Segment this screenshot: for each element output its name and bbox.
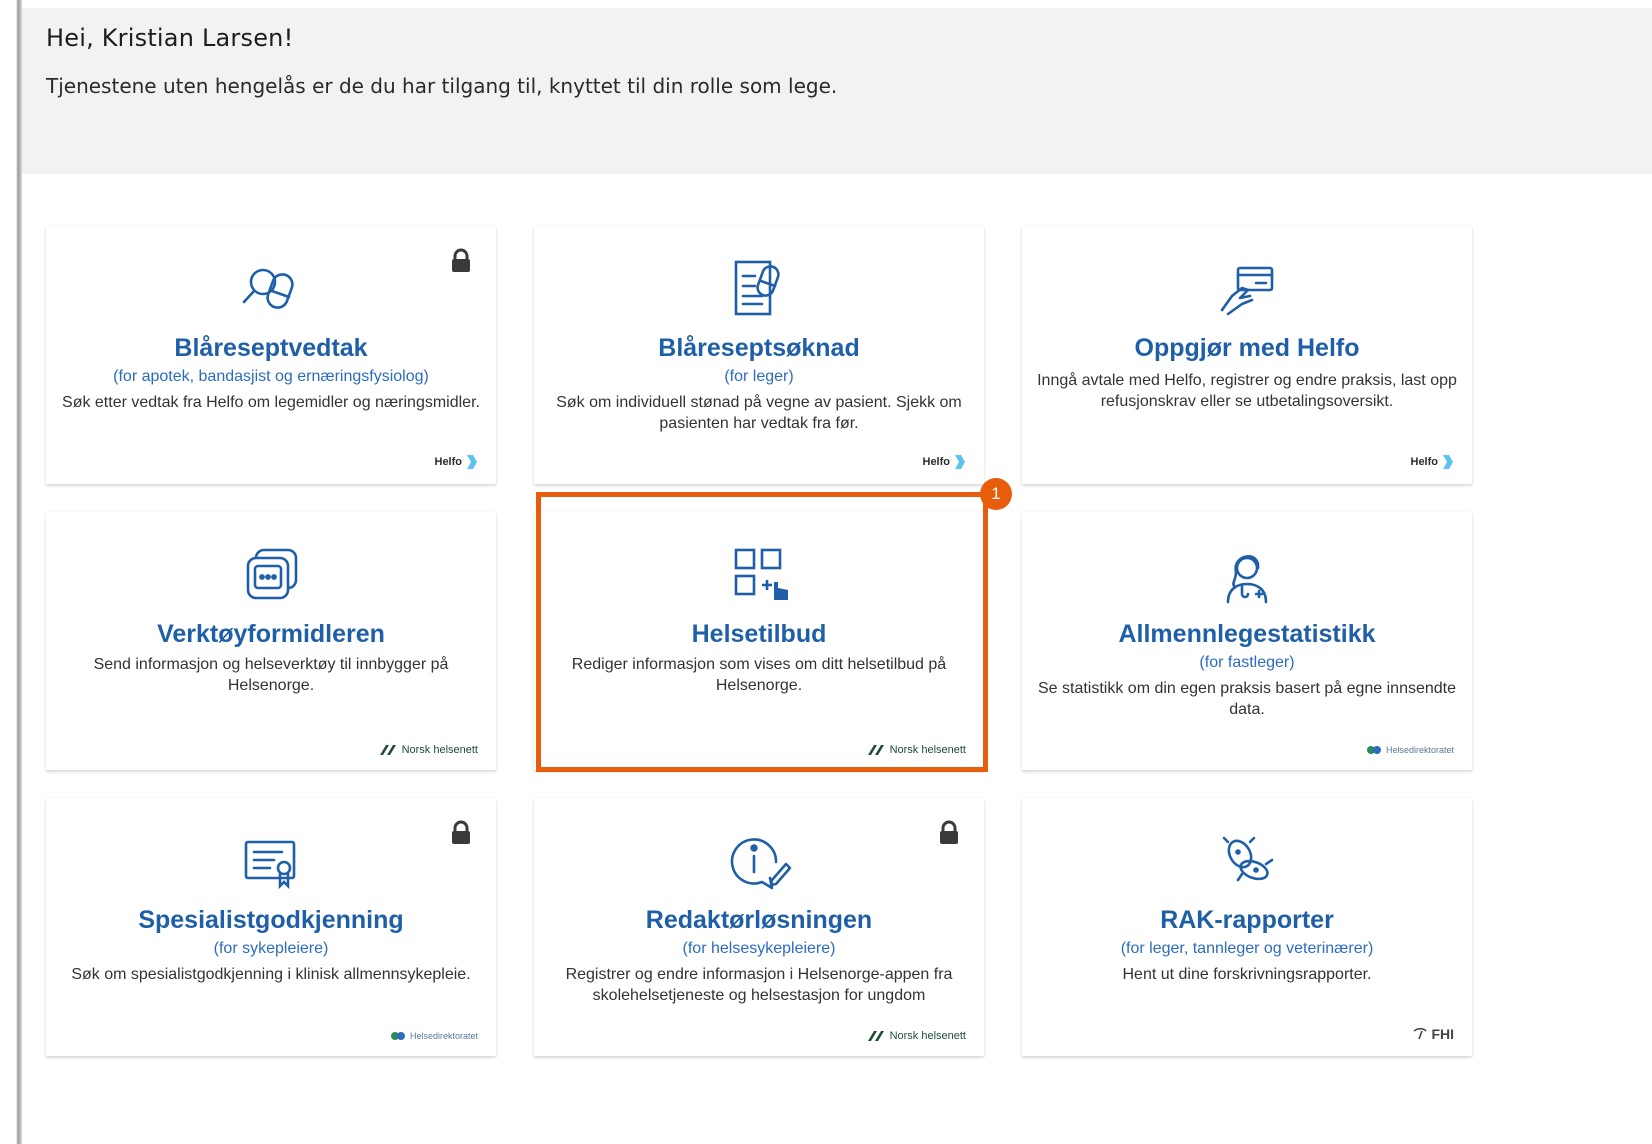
helfo-logo: Helfo	[435, 454, 479, 470]
card-title: Blåreseptsøknad	[658, 334, 860, 362]
card-subtitle: (for leger, tannleger og veterinærer)	[1120, 940, 1374, 957]
card-title: Blåreseptvedtak	[174, 334, 368, 362]
card-blareseptvedtak[interactable]: Blåreseptvedtak (for apotek, bandasjist …	[46, 226, 496, 484]
intro-text: Tjenestene uten hengelås er de du har ti…	[46, 74, 838, 98]
fhi-logo: FHI	[1413, 1026, 1454, 1042]
welcome-header: Hei, Kristian Larsen! Tjenestene uten he…	[22, 8, 1652, 174]
card-title: Helsetilbud	[691, 620, 827, 648]
card-title: RAK-rapporter	[1160, 906, 1334, 934]
helsedirektoratet-logo: Helsedirektoratet	[390, 1030, 478, 1042]
step-number-badge: 1	[980, 478, 1012, 510]
card-title: Spesialistgodkjenning	[138, 906, 404, 934]
card-subtitle: (for helsesykepleiere)	[682, 940, 836, 957]
card-title: Allmennlegestatistikk	[1118, 620, 1376, 648]
pill-search-icon	[242, 268, 294, 309]
card-blareseptsoknad[interactable]: Blåreseptsøknad (for leger) Søk om indiv…	[534, 226, 984, 484]
card-subtitle: (for apotek, bandasjist og ernæringsfysi…	[113, 368, 429, 385]
bacteria-icon	[1222, 836, 1274, 882]
card-description: Se statistikk om din egen praksis basert…	[1037, 680, 1457, 718]
certificate-icon	[244, 840, 296, 890]
card-rak-rapporter[interactable]: RAK-rapporter (for leger, tannleger og v…	[1022, 798, 1472, 1056]
card-helsetilbud[interactable]: Helsetilbud Rediger informasjon som vise…	[534, 512, 984, 770]
window-left-border	[0, 0, 22, 1144]
card-description: Søk etter vedtak fra Helfo om legemidler…	[62, 394, 480, 411]
card-description: Søk om spesialistgodkjenning i klinisk a…	[71, 966, 471, 983]
card-subtitle: (for fastleger)	[1199, 654, 1295, 671]
norsk-helsenett-logo: Norsk helsenett	[867, 1030, 966, 1042]
card-description: Send informasjon og helseverktøy til inn…	[93, 656, 449, 694]
helfo-logo: Helfo	[923, 454, 967, 470]
payment-card-hand-icon	[1220, 266, 1274, 316]
card-redaktorlosningen[interactable]: Redaktørløsningen (for helsesykepleiere)…	[534, 798, 984, 1056]
card-description: Søk om individuell stønad på vegne av pa…	[556, 394, 962, 432]
card-description: Hent ut dine forskrivningsrapporter.	[1122, 966, 1372, 983]
info-edit-icon	[730, 838, 792, 890]
card-allmennlegestatistikk[interactable]: Allmennlegestatistikk (for fastleger) Se…	[1022, 512, 1472, 770]
message-stack-icon	[246, 548, 298, 600]
grid-add-pointer-icon	[734, 548, 788, 600]
card-subtitle: (for sykepleiere)	[213, 940, 329, 957]
card-title: Verktøyformidleren	[157, 620, 385, 648]
prescription-document-icon	[734, 260, 780, 316]
card-spesialistgodkjenning[interactable]: Spesialistgodkjenning (for sykepleiere) …	[46, 798, 496, 1056]
card-title: Oppgjør med Helfo	[1134, 334, 1360, 362]
greeting-heading: Hei, Kristian Larsen!	[46, 24, 294, 52]
card-oppgjor-med-helfo[interactable]: Oppgjør med Helfo Inngå avtale med Helfo…	[1022, 226, 1472, 484]
card-verktoyformidleren[interactable]: Verktøyformidleren Send informasjon og h…	[46, 512, 496, 770]
card-description: Inngå avtale med Helfo, registrer og end…	[1037, 372, 1457, 410]
card-title: Redaktørløsningen	[645, 906, 873, 934]
helfo-logo: Helfo	[1411, 454, 1455, 470]
doctor-icon	[1226, 555, 1268, 604]
helsedirektoratet-logo: Helsedirektoratet	[1366, 744, 1454, 756]
norsk-helsenett-logo: Norsk helsenett	[867, 744, 966, 756]
card-description: Registrer og endre informasjon i Helseno…	[565, 966, 953, 1004]
norsk-helsenett-logo: Norsk helsenett	[379, 744, 478, 756]
card-subtitle: (for leger)	[724, 368, 794, 385]
card-description: Rediger informasjon som vises om ditt he…	[571, 656, 947, 694]
